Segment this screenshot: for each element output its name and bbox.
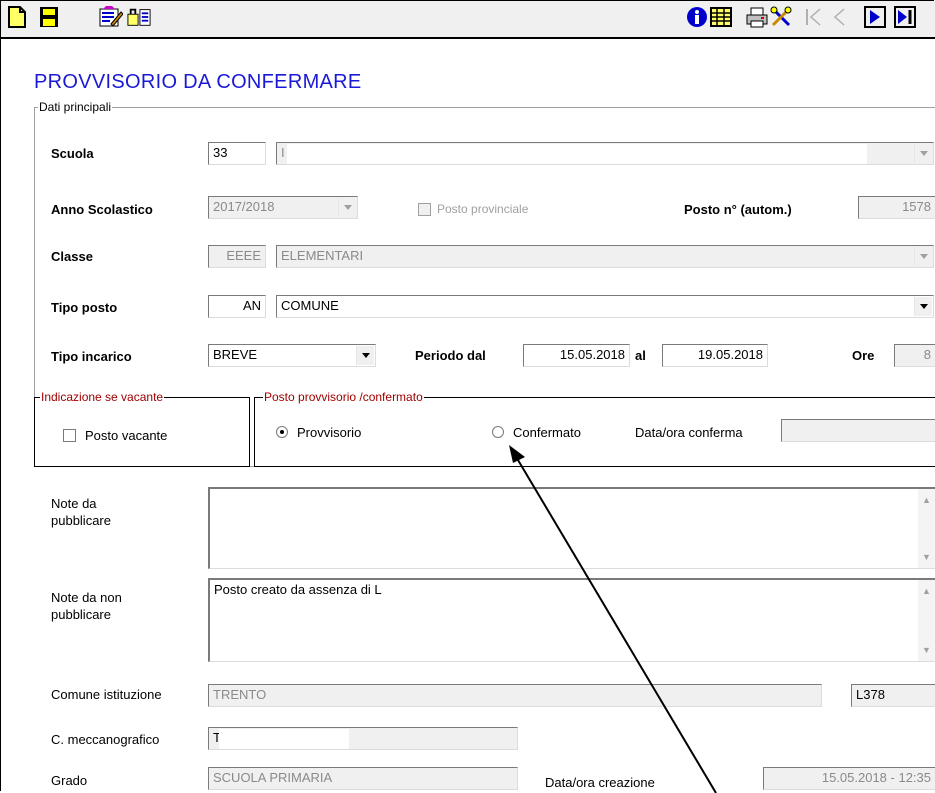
transfer-icon[interactable] <box>127 5 151 29</box>
tipo-posto-code-input[interactable]: AN <box>208 295 266 318</box>
data-conferma-label: Data/ora conferma <box>635 425 743 440</box>
tools-icon[interactable] <box>769 5 793 29</box>
posto-provinciale-checkbox[interactable] <box>418 203 431 216</box>
meccanografico-label: C. meccanografico <box>51 732 160 747</box>
next-record-icon[interactable] <box>863 5 887 29</box>
redacted-bar <box>287 144 867 164</box>
chevron-down-icon[interactable] <box>356 346 374 365</box>
posto-provinciale-label: Posto provinciale <box>437 202 529 216</box>
tipo-incarico-value: BREVE <box>213 347 258 362</box>
chevron-down-icon[interactable] <box>914 247 932 266</box>
anno-scolastico-label: Anno Scolastico <box>51 202 153 217</box>
group-provvisorio-label: Posto provvisorio /confermato <box>263 390 424 404</box>
note-non-pubblicare-label-line2: pubblicare <box>51 607 111 622</box>
classe-name-select[interactable]: ELEMENTARI <box>276 245 934 268</box>
anno-scolastico-value: 2017/2018 <box>213 199 275 214</box>
redacted-bar <box>219 729 349 749</box>
classe-code-field: EEEE <box>208 245 266 268</box>
tipo-posto-name-select[interactable]: COMUNE <box>276 295 934 318</box>
data-creazione-field: 15.05.2018 - 12:35 <box>763 767 935 790</box>
posto-vacante-label: Posto vacante <box>85 428 168 443</box>
tipo-incarico-select[interactable]: BREVE <box>208 344 376 367</box>
ore-label: Ore <box>852 348 875 363</box>
anno-scolastico-select[interactable]: 2017/2018 <box>208 196 358 219</box>
grado-label: Grado <box>51 773 88 788</box>
previous-record-icon[interactable] <box>827 5 851 29</box>
scuola-code-input[interactable]: 33 <box>208 142 266 165</box>
chevron-down-icon[interactable] <box>914 297 932 316</box>
scuola-label: Scuola <box>51 146 94 161</box>
vertical-scrollbar[interactable]: ▲ ▼ <box>918 489 935 568</box>
info-icon[interactable] <box>685 5 709 29</box>
provvisorio-radio[interactable] <box>276 426 288 438</box>
provvisorio-label: Provvisorio <box>297 425 362 440</box>
note-pubblicare-label: Note da pubblicare <box>51 495 111 529</box>
note-pubblicare-label-line2: pubblicare <box>51 513 111 528</box>
toolbar <box>1 1 935 39</box>
confermato-label: Confermato <box>513 425 581 440</box>
confermato-radio[interactable] <box>492 426 504 438</box>
page-title: PROVVISORIO DA CONFERMARE <box>34 71 362 93</box>
note-pubblicare-label-line1: Note da <box>51 496 97 511</box>
tipo-posto-name-value: COMUNE <box>281 298 339 313</box>
periodo-al-input[interactable]: 19.05.2018 <box>662 344 768 367</box>
first-record-icon[interactable] <box>801 5 825 29</box>
app-window: PROVVISORIO DA CONFERMARE Dati principal… <box>0 0 935 793</box>
last-record-icon[interactable] <box>893 5 917 29</box>
group-vacante-label: Indicazione se vacante <box>40 390 165 404</box>
chevron-down-icon[interactable] <box>338 198 356 217</box>
vertical-scrollbar[interactable]: ▲ ▼ <box>918 580 935 661</box>
group-dati-principali-label: Dati principali <box>38 100 113 114</box>
data-conferma-field <box>781 419 935 442</box>
periodo-al-label: al <box>635 348 646 363</box>
annotation-arrow <box>509 445 717 793</box>
ore-field: 8 <box>894 344 935 367</box>
table-grid-icon[interactable] <box>709 5 733 29</box>
grado-field: SCUOLA PRIMARIA <box>208 767 518 790</box>
scuola-name-value: I <box>281 145 285 160</box>
meccanografico-field: T <box>208 727 518 750</box>
classe-label: Classe <box>51 249 93 264</box>
comune-istituzione-label: Comune istituzione <box>51 687 162 702</box>
periodo-dal-label: Periodo dal <box>415 348 486 363</box>
posto-n-field: 1578 <box>858 196 935 219</box>
note-non-pubblicare-label-line1: Note da non <box>51 590 122 605</box>
chevron-down-icon[interactable] <box>914 144 932 163</box>
edit-form-icon[interactable] <box>99 5 123 29</box>
posto-n-label: Posto n° (autom.) <box>684 202 792 217</box>
classe-name-value: ELEMENTARI <box>281 248 364 263</box>
note-non-pubblicare-label: Note da non pubblicare <box>51 589 122 623</box>
print-icon[interactable] <box>745 5 769 29</box>
tipo-incarico-label: Tipo incarico <box>51 349 132 364</box>
save-disk-icon[interactable] <box>37 5 61 29</box>
periodo-dal-input[interactable]: 15.05.2018 <box>523 344 630 367</box>
posto-vacante-checkbox[interactable] <box>63 429 76 442</box>
comune-code-field: L378 <box>851 684 935 707</box>
note-non-pubblicare-value: Posto creato da assenza di L <box>214 582 382 597</box>
tipo-posto-label: Tipo posto <box>51 300 118 315</box>
scuola-name-select[interactable]: I <box>276 142 934 165</box>
new-document-icon[interactable] <box>5 5 29 29</box>
